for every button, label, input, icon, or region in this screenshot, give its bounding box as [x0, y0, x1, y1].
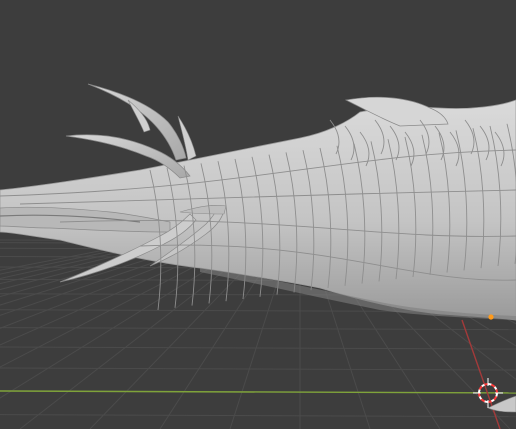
- origin-dot-icon: [488, 314, 494, 320]
- viewport-canvas[interactable]: [0, 0, 516, 429]
- 3d-viewport[interactable]: [0, 0, 516, 429]
